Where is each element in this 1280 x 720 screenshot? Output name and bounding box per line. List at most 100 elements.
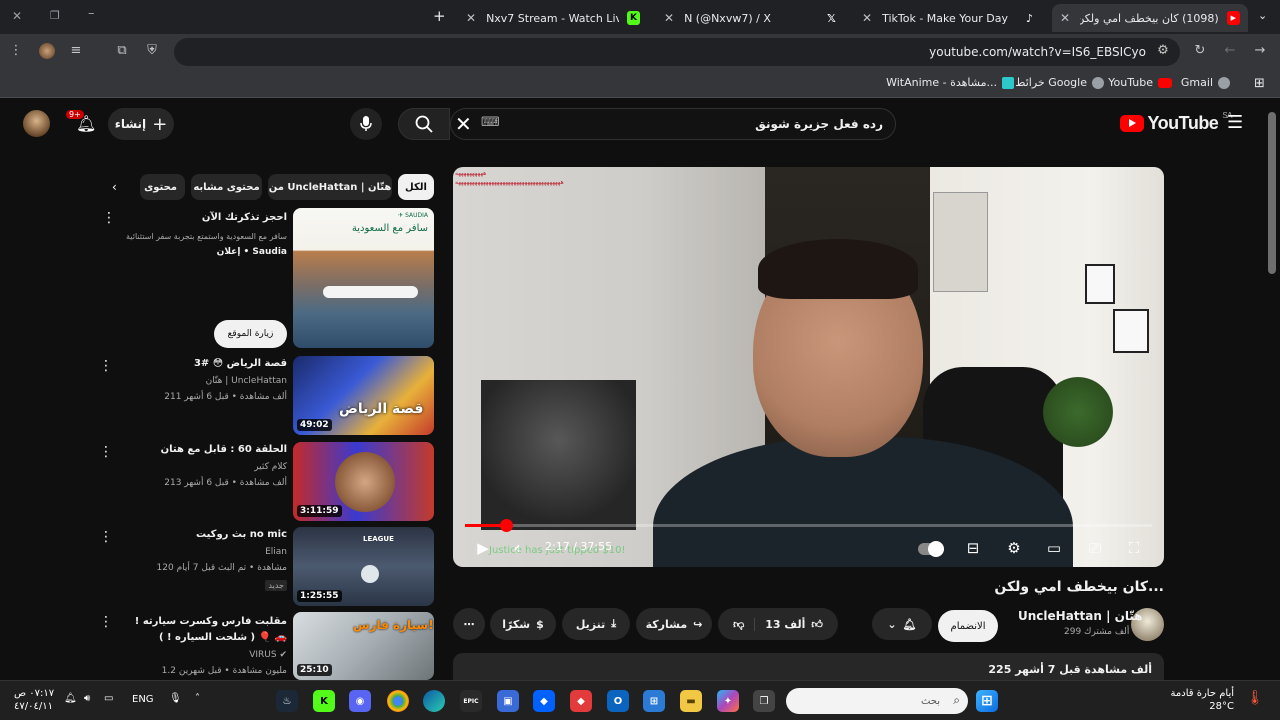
video-channel[interactable]: VIRUS ✔ xyxy=(249,650,287,660)
guide-menu-icon[interactable]: ☰ xyxy=(1227,112,1243,133)
file-explorer-icon[interactable]: ▬ xyxy=(680,690,702,712)
restore-window-icon[interactable]: ❐ xyxy=(50,9,60,22)
close-tab-icon[interactable]: ✕ xyxy=(862,11,872,25)
notifications-button[interactable]: 🔔︎ 9+ xyxy=(66,110,96,136)
outlook-icon[interactable]: O xyxy=(607,690,629,712)
video-thumbnail[interactable]: LEAGUE 1:25:55 xyxy=(293,527,434,606)
chrome-icon[interactable] xyxy=(387,690,409,712)
more-actions-button[interactable]: ⋯ xyxy=(453,608,485,640)
video-title-item[interactable]: بث روكيت no mic xyxy=(196,529,287,540)
chip-more[interactable]: محتوى xyxy=(140,174,185,200)
minimize-window-icon[interactable]: – xyxy=(88,6,95,21)
ad-title[interactable]: احجز تذكرتك الآن xyxy=(202,212,287,223)
clear-search-icon[interactable]: ✕ xyxy=(455,112,472,136)
tab-youtube[interactable]: ✕ (1098) كان بيخطف امي ولكن... - ▶ xyxy=(1052,4,1248,32)
clock[interactable]: ٠٧:١٧ ص ٤٧/٠٤/١١ xyxy=(14,687,54,713)
video-player[interactable]: ههههههههههه هههههههههههههههههههههههههههه… xyxy=(453,167,1164,567)
chip-related[interactable]: محتوى مشابه xyxy=(191,174,262,200)
close-tab-icon[interactable]: ✕ xyxy=(466,11,476,25)
notification-center-icon[interactable]: 🔔︎ xyxy=(64,693,77,704)
close-tab-icon[interactable]: ✕ xyxy=(1060,11,1070,25)
more-options-icon[interactable]: ⋮ xyxy=(99,529,113,545)
tab-kick[interactable]: ✕ Nxv7 Stream - Watch Live on K K xyxy=(458,4,648,32)
network-tray-icon[interactable]: ▭ xyxy=(104,693,113,704)
theater-mode-icon[interactable]: ▭ xyxy=(1044,538,1064,558)
task-view-icon[interactable]: ❐ xyxy=(753,690,775,712)
search-button[interactable] xyxy=(398,108,450,140)
show-hidden-icons-chevron[interactable]: ˄ xyxy=(195,693,200,704)
close-tab-icon[interactable]: ✕ xyxy=(664,11,674,25)
progress-bar[interactable] xyxy=(465,519,1152,532)
like-count[interactable]: 13 ألف xyxy=(765,618,805,631)
menu-kebab-icon[interactable]: ⋮ xyxy=(8,43,24,59)
visit-site-button[interactable]: زيارة الموقع xyxy=(214,320,287,348)
chip-from-channel[interactable]: من UncleHattan | هتّان xyxy=(268,174,392,200)
video-thumbnail[interactable]: قصة الرياض 49:02 xyxy=(293,356,434,435)
share-button[interactable]: مشاركة ↪ xyxy=(636,608,712,640)
reload-icon[interactable]: ↻ xyxy=(1192,43,1208,59)
thumbs-up-icon[interactable]: 👍︎ xyxy=(811,618,823,631)
language-indicator[interactable]: ENG xyxy=(132,694,154,705)
keyboard-icon[interactable]: ⌨ xyxy=(481,115,500,130)
voice-search-button[interactable] xyxy=(350,108,382,140)
site-settings-icon[interactable]: ⚙ xyxy=(1155,43,1171,59)
cast-icon[interactable]: ⎚ xyxy=(1085,538,1105,558)
channel-name[interactable]: UncleHattan | هتّان xyxy=(1018,609,1143,623)
download-button[interactable]: تنزيل ⤓ xyxy=(562,608,630,640)
thanks-button[interactable]: شكرًا $ xyxy=(490,608,556,640)
new-tab-button[interactable]: + xyxy=(433,7,446,25)
tab-x[interactable]: ✕ N (@Nxvw7) / X 𝕏 xyxy=(656,4,846,32)
store-icon[interactable]: ⊞ xyxy=(643,690,665,712)
close-window-icon[interactable]: ✕ xyxy=(12,9,22,23)
youtube-logo[interactable]: YouTube SA xyxy=(1119,111,1232,134)
dislike-button[interactable]: 👎︎ xyxy=(733,617,756,631)
chips-scroll-left-icon[interactable]: ‹ xyxy=(112,180,117,194)
weather-widget[interactable]: أيام حارة قادمة 28°C xyxy=(1171,687,1234,713)
address-bar[interactable]: youtube.com/watch?v=IS6_EBSICyo xyxy=(174,38,1180,66)
kick-app-icon[interactable]: K xyxy=(313,690,335,712)
profile-avatar-icon[interactable] xyxy=(39,43,55,59)
account-avatar[interactable] xyxy=(23,110,50,137)
video-title-item[interactable]: قصة الرياض 😳 #3 xyxy=(194,358,287,369)
fullscreen-icon[interactable]: ⛶ xyxy=(1124,538,1144,558)
mic-tray-icon[interactable]: 🎙︎ xyxy=(169,693,182,704)
video-title-item[interactable]: مقلبت فارس وكسرت سيارته ! 🚗 🎈 ( شلحت الس… xyxy=(132,614,287,646)
bookmark-youtube[interactable]: YouTube xyxy=(1108,76,1172,89)
tab-tiktok[interactable]: ✕ TikTok - Make Your Day ♪ xyxy=(854,4,1044,32)
subtitles-icon[interactable]: ⊟ xyxy=(963,538,983,558)
more-options-icon[interactable]: ⋮ xyxy=(102,210,116,226)
create-button[interactable]: إنشاء + xyxy=(108,108,174,140)
more-options-icon[interactable]: ⋮ xyxy=(99,358,113,374)
scrollbar-thumb[interactable] xyxy=(1268,112,1276,274)
edge-icon[interactable] xyxy=(423,690,445,712)
video-channel[interactable]: Elian xyxy=(265,547,287,557)
tab-search-chevron-icon[interactable]: ⌄ xyxy=(1258,9,1267,22)
subscribed-notifications-button[interactable]: ⌄ 🔔︎ xyxy=(872,608,932,640)
chip-all[interactable]: الكل xyxy=(398,174,434,200)
windows-start-icon[interactable]: ⊞ xyxy=(976,690,998,712)
discord-icon[interactable]: ◉ xyxy=(349,690,371,712)
volume-tray-icon[interactable]: 🔊︎ xyxy=(84,693,90,704)
bookmark-witanime[interactable]: WitAnime - مشاهدة... xyxy=(886,76,1014,89)
more-options-icon[interactable]: ⋮ xyxy=(99,444,113,460)
apps-grid-icon[interactable]: ⊞ xyxy=(1254,76,1265,91)
epic-games-icon[interactable]: EPIC xyxy=(460,690,482,712)
extensions-icon[interactable]: ⧉ xyxy=(114,43,130,59)
steam-icon[interactable]: ♨ xyxy=(276,690,298,712)
autoplay-toggle[interactable] xyxy=(917,538,945,558)
bookmark-google-maps[interactable]: خرائط Google xyxy=(1015,76,1104,89)
copilot-icon[interactable]: ✦ xyxy=(717,690,739,712)
video-channel[interactable]: كلام كثير xyxy=(254,462,287,472)
video-thumbnail[interactable]: سيارة فارس! 25:10 xyxy=(293,612,434,680)
back-icon[interactable]: → xyxy=(1252,43,1268,59)
shield-icon[interactable]: ⛨ xyxy=(144,43,160,59)
video-channel[interactable]: هتّان | UncleHattan xyxy=(206,376,287,386)
video-title-item[interactable]: الحلقة 60 : قابل مع هتان xyxy=(161,444,287,455)
phone-link-icon[interactable]: ▣ xyxy=(497,690,519,712)
dropbox-icon[interactable]: ◆ xyxy=(533,690,555,712)
taskbar-search-box[interactable]: بحث ⌕ xyxy=(786,688,968,714)
playlist-icon[interactable]: ≡ xyxy=(68,43,84,59)
more-options-icon[interactable]: ⋮ xyxy=(99,614,113,630)
search-input[interactable]: ✕ ⌨ رده فعل جزيرة شونق xyxy=(450,108,896,140)
ad-thumbnail[interactable]: سافر مع السعودية ✈ SAUDIA xyxy=(293,208,434,348)
